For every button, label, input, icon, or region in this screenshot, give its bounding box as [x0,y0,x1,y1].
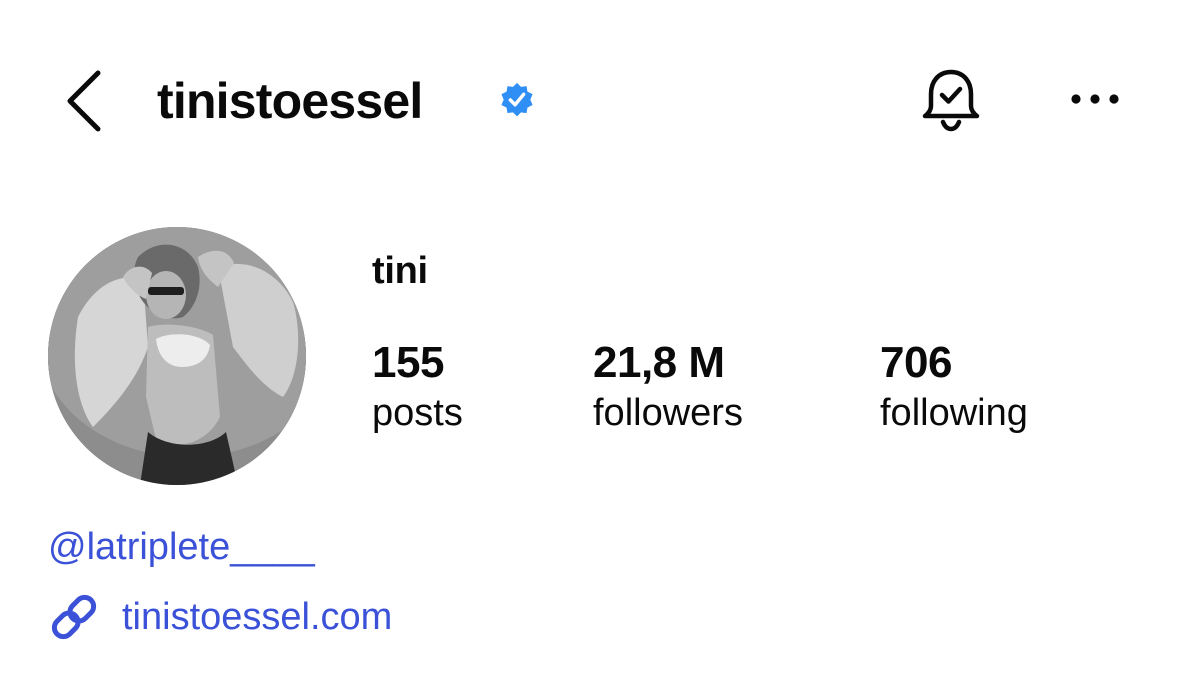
bio-website-link[interactable]: tinistoessel.com [48,590,392,644]
following-stat[interactable]: 706 following [880,336,1028,436]
link-icon [51,594,97,640]
profile-username: tinistoessel [157,73,423,129]
back-button[interactable] [58,66,110,136]
following-label: following [880,392,1028,434]
posts-count: 155 [372,338,444,387]
posts-stat[interactable]: 155 posts [372,336,463,436]
bell-check-icon [922,69,980,132]
verified-badge-icon [501,82,533,117]
avatar-photo [48,227,306,485]
bio-website-text: tinistoessel.com [122,595,393,638]
more-options-button[interactable] [1062,76,1128,122]
posts-label: posts [372,392,463,434]
bio-mention-link[interactable]: @latriplete____ [48,526,315,569]
notifications-button[interactable] [914,62,988,138]
chevron-left-icon [67,70,101,132]
profile-display-name: tini [372,250,428,292]
followers-label: followers [593,392,743,434]
more-horizontal-icon [1071,94,1119,104]
following-count: 706 [880,338,952,387]
followers-stat[interactable]: 21,8 M followers [593,336,743,436]
followers-count: 21,8 M [593,338,725,387]
profile-avatar[interactable] [48,227,306,485]
